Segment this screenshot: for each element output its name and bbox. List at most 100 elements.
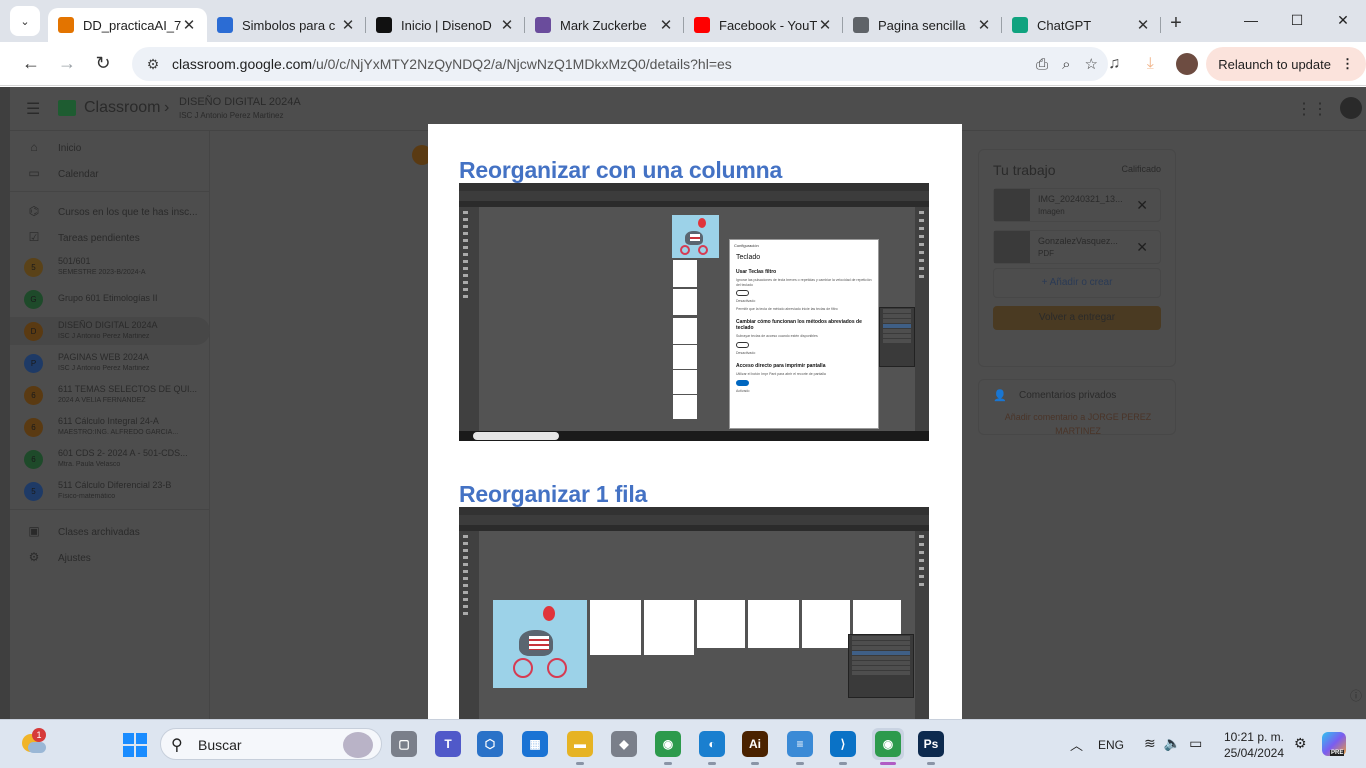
vscode-app[interactable]: ⟩ (827, 728, 859, 765)
minimize-button[interactable]: — (1228, 0, 1274, 40)
remove-attachment-icon[interactable]: ✕ (1136, 197, 1148, 214)
sidebar-item-settings[interactable]: ⚙ Ajustes (10, 545, 210, 571)
browser-tab[interactable]: Mark Zuckerbe ✕ (525, 8, 684, 42)
sidebar-course-item[interactable]: 6 601 CDS 2- 2024 A - 501-CDS... Mtra. Pau… (10, 445, 210, 473)
window-controls: — ☐ ✕ (1228, 0, 1366, 40)
close-window-button[interactable]: ✕ (1320, 0, 1366, 40)
browser-tab[interactable]: Inicio | DisenoD ✕ (366, 8, 525, 42)
site-info-icon[interactable]: ⚙ (138, 56, 168, 73)
downloads-icon[interactable]: ⤓ (1132, 55, 1168, 73)
reload-button[interactable]: ↻ (86, 47, 120, 81)
add-or-create-button[interactable]: + Añadir o crear (993, 268, 1161, 298)
explorer-app[interactable]: ▬ (564, 728, 596, 765)
sidebar-course-item[interactable]: 5 511 Cálculo Diferencial 23-B Físico-mate… (10, 477, 210, 505)
new-tab-button[interactable]: + (1161, 8, 1191, 38)
3d-viewer-app[interactable]: ⬡ (474, 728, 506, 760)
weather-widget[interactable]: 1 (20, 728, 46, 756)
close-tab-icon[interactable]: ✕ (1135, 16, 1151, 34)
attachment-pdf[interactable]: GonzalezVasquez... PDF ✕ (993, 230, 1161, 264)
sidebar-item-enrolled[interactable]: ⌬ Cursos en los que te has insc... (10, 199, 210, 225)
sidebar-item-label: Inicio (58, 142, 82, 154)
notifications-icon[interactable]: ⚙ (1294, 735, 1307, 752)
show-hidden-icons-icon[interactable]: ︿ (1070, 735, 1083, 754)
relaunch-to-update-button[interactable]: Relaunch to update ⋮ (1206, 47, 1366, 81)
illustrator-app-icon: Ai (742, 731, 768, 757)
dialog-text: Ignorar las pulsaciones de tecla breves … (736, 278, 872, 287)
url-text[interactable]: classroom.google.com/u/0/c/NjYxMTY2NzQyN… (172, 56, 732, 72)
sidebar-item-todo[interactable]: ☑ Tareas pendientes (10, 225, 210, 251)
install-app-icon[interactable]: ⎙ (1036, 56, 1048, 73)
close-tab-icon[interactable]: ✕ (658, 16, 674, 34)
your-work-card: Tu trabajo Calificado IMG_20240321_13...… (978, 149, 1176, 367)
browser-tab[interactable]: ChatGPT ✕ (1002, 8, 1161, 42)
artboard (673, 289, 697, 315)
help-icon[interactable]: ⓘ (1350, 687, 1362, 704)
maximize-button[interactable]: ☐ (1274, 0, 1320, 40)
language-indicator[interactable]: ENG (1098, 738, 1124, 752)
private-comments-title: Comentarios privados (1019, 390, 1117, 401)
photoshop-app[interactable]: Ps (915, 728, 947, 765)
taskbar-search[interactable]: ⚲ Buscar (160, 728, 382, 760)
artboard (673, 395, 697, 419)
network-volume-battery-icons[interactable]: ≋🔈▭ (1144, 735, 1210, 752)
sidebar-item-label: Cursos en los que te has insc... (58, 206, 198, 218)
browser-tab[interactable]: Simbolos para c ✕ (207, 8, 366, 42)
hamburger-menu-icon[interactable]: ☰ (26, 99, 40, 119)
zoom-icon[interactable]: ⌕ (1062, 56, 1070, 73)
tasks-icon: ☑ (28, 230, 40, 244)
illustrator-app[interactable]: Ai (739, 728, 771, 765)
clock-time[interactable]: 10:21 p. m. (1220, 730, 1284, 744)
file-manager-app[interactable]: ▢ (388, 728, 420, 760)
dialog-section: Acceso directo para imprimir pantalla (736, 363, 826, 369)
course-name: 611 TEMAS SELECTOS DE QUI... (58, 384, 198, 394)
close-tab-icon[interactable]: ✕ (499, 16, 515, 34)
apps-grid-icon[interactable]: ⋮⋮ (1296, 99, 1328, 119)
edge-app[interactable]: ◐ (696, 728, 728, 765)
back-button[interactable]: ← (14, 47, 48, 81)
sidebar-course-item[interactable]: 6 611 Cálculo Integral 24-A MAESTRO:ING. A… (10, 413, 210, 441)
sidebar-course-item[interactable]: G Grupo 601 Etimologías II (10, 285, 210, 313)
close-tab-icon[interactable]: ✕ (181, 16, 197, 34)
course-subtitle: MAESTRO:ING. ALFREDO GARCIA... (58, 429, 179, 436)
turn-in-again-button[interactable]: Volver a entregar (993, 306, 1161, 330)
account-avatar[interactable] (1340, 97, 1362, 119)
forward-button[interactable]: → (50, 47, 84, 81)
sidebar-course-item[interactable]: 5 501/601 SEMESTRE 2023-B/2024-A (10, 253, 210, 281)
add-private-comment-link[interactable]: Añadir comentario a JORGE PEREZ MARTINEZ (985, 410, 1171, 438)
course-title[interactable]: DISEÑO DIGITAL 2024A (179, 96, 301, 108)
roblox-app[interactable]: ◆ (608, 728, 640, 760)
sidebar-course-item[interactable]: D DISEÑO DIGITAL 2024A ISC J Antonio Perez… (10, 317, 210, 345)
chrome-app[interactable]: ◉ (652, 728, 684, 765)
sidebar-course-item[interactable]: P PAGINAS WEB 2024A ISC J Antonio Perez Ma… (10, 349, 210, 377)
browser-tab[interactable]: Facebook - YouT ✕ (684, 8, 843, 42)
address-bar[interactable]: ⚙ classroom.google.com/u/0/c/NjYxMTY2NzQ… (132, 47, 1108, 81)
clock-date[interactable]: 25/04/2024 (1220, 746, 1284, 760)
browser-tab[interactable]: Pagina sencilla ✕ (843, 8, 1002, 42)
profile-avatar[interactable] (1176, 53, 1199, 75)
globe-icon (853, 17, 869, 33)
chrome-profile-app[interactable]: ◉ (872, 728, 904, 765)
sidebar-course-item[interactable]: 6 611 TEMAS SELECTOS DE QUI... 2024 A VELI… (10, 381, 210, 409)
close-tab-icon[interactable]: ✕ (976, 16, 992, 34)
kebab-menu-icon[interactable]: ⋮ (1341, 56, 1354, 72)
teams-app[interactable]: T (432, 728, 464, 760)
sidebar-item-calendar[interactable]: ▭ Calendar (10, 161, 210, 187)
ai-document-tabs (459, 201, 929, 207)
artboard (697, 600, 745, 648)
gear-icon: ⚙ (28, 550, 40, 564)
store-app[interactable]: ▦ (519, 728, 551, 760)
tab-search-dropdown[interactable]: ⌄ (10, 6, 40, 36)
dialog-text: Utilizar el botón Impr Pant para abrir e… (736, 372, 826, 376)
notepad-app[interactable]: ≡ (784, 728, 816, 765)
browser-tab[interactable]: DD_practicaAI_7 ✕ (48, 8, 207, 42)
sidebar-item-home[interactable]: ⌂ Inicio (10, 135, 210, 161)
start-button[interactable] (123, 733, 147, 757)
remove-attachment-icon[interactable]: ✕ (1136, 239, 1148, 256)
close-tab-icon[interactable]: ✕ (817, 16, 833, 34)
sidebar-item-archived[interactable]: ▣ Clases archivadas (10, 519, 210, 545)
classroom-brand[interactable]: Classroom (84, 99, 160, 117)
close-tab-icon[interactable]: ✕ (340, 16, 356, 34)
attachment-image[interactable]: IMG_20240321_13... Imagen ✕ (993, 188, 1161, 222)
media-controls-icon[interactable]: ♫ (1096, 55, 1132, 73)
running-indicator (927, 762, 935, 765)
